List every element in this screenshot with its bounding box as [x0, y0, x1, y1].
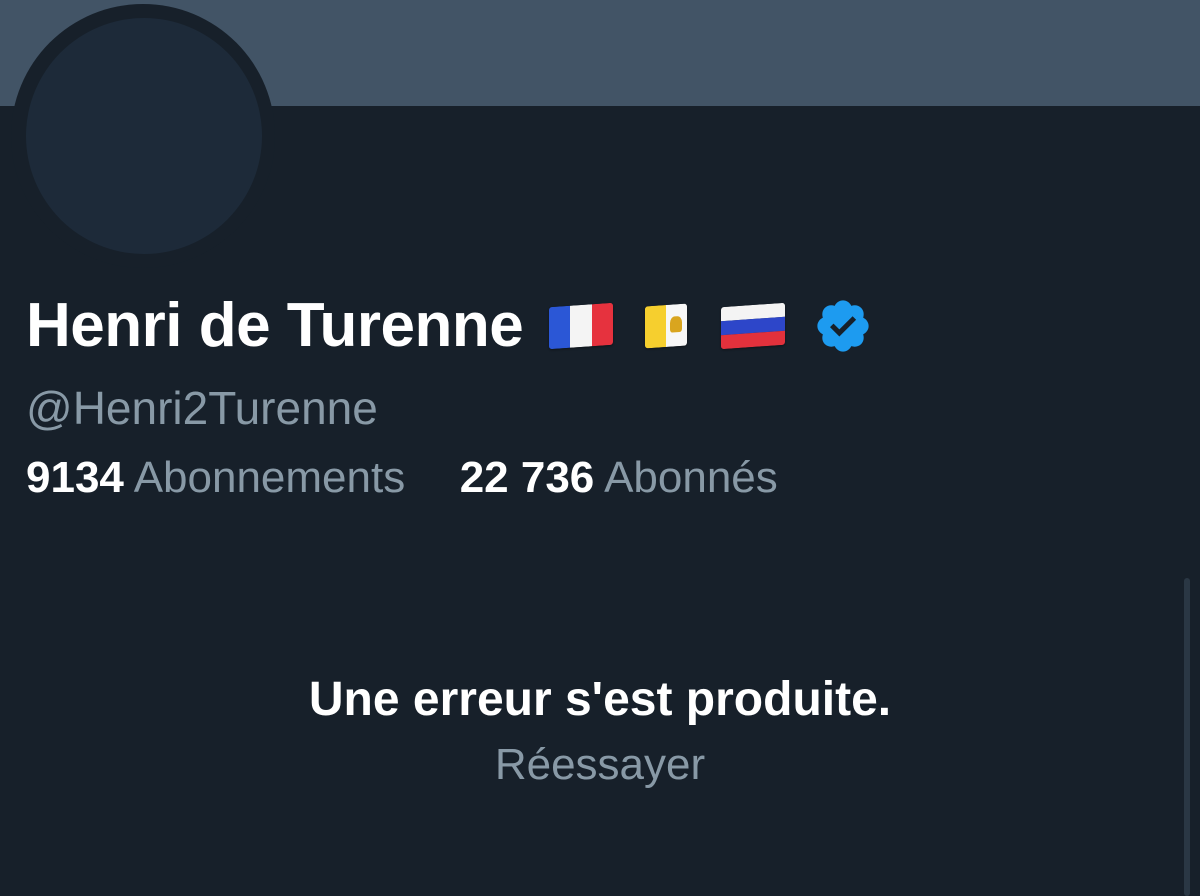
followers-count: 22 736 — [459, 453, 595, 502]
avatar[interactable] — [26, 18, 262, 254]
scrollbar[interactable] — [1184, 578, 1190, 896]
france-flag-icon — [549, 302, 614, 350]
profile-name-row: Henri de Turenne — [26, 290, 873, 362]
followers-label: Abonnés — [604, 453, 778, 502]
following-label: Abonnements — [133, 453, 406, 502]
russia-flag-icon — [721, 302, 786, 350]
following-link[interactable]: 9134 Abonnements — [26, 453, 417, 502]
retry-button[interactable]: Réessayer — [0, 736, 1200, 794]
followers-link[interactable]: 22 736 Abonnés — [460, 453, 778, 502]
display-name: Henri de Turenne — [26, 291, 524, 360]
profile-page: Henri de Turenne @Henri2Turenne 9134 Abo… — [0, 0, 1200, 896]
error-message: Une erreur s'est produite. — [308, 673, 892, 726]
following-count: 9134 — [26, 453, 124, 502]
verified-badge-icon[interactable] — [813, 296, 873, 356]
profile-handle: @Henri2Turenne — [26, 382, 378, 434]
profile-stats: 9134 Abonnements 22 736 Abonnés — [26, 450, 778, 506]
vatican-flag-icon — [645, 303, 688, 349]
